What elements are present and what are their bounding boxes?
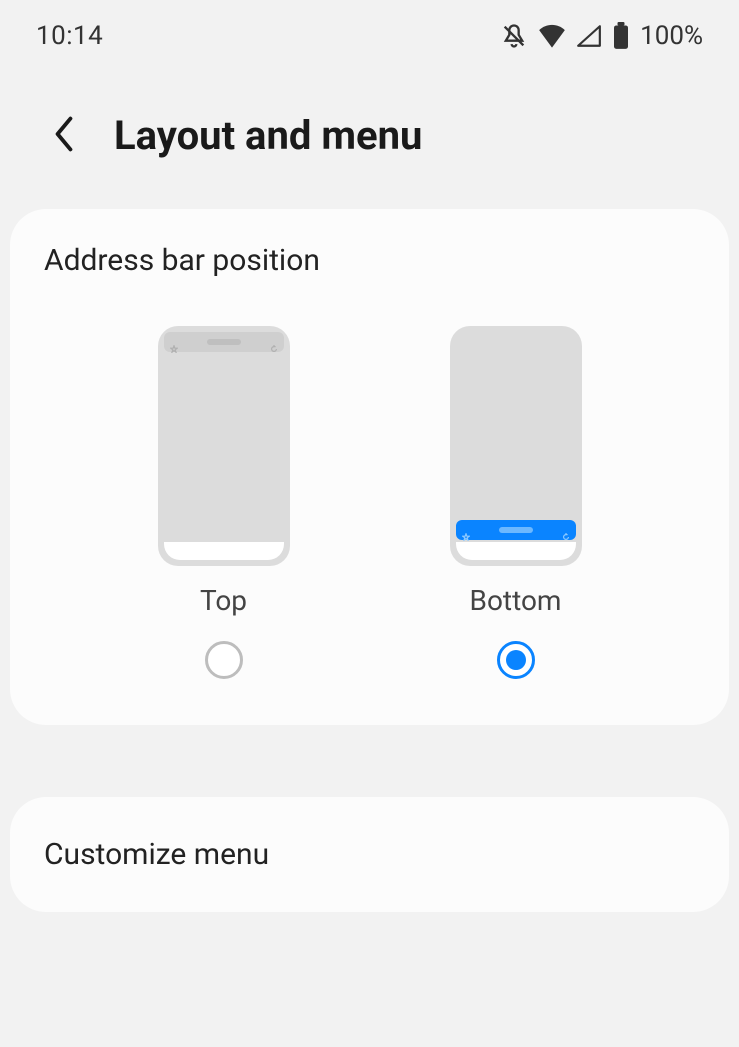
radio-dot [506,650,526,670]
battery-icon [612,22,630,50]
address-bar-position-card: Address bar position Top [10,209,729,725]
section-title-address-bar: Address bar position [10,209,729,290]
toolbar-strip [164,542,284,560]
address-bar-preview-top [164,332,284,352]
refresh-icon [562,526,570,534]
status-time: 10:14 [36,21,103,51]
customize-menu-item[interactable]: Customize menu [10,797,729,912]
option-label-top: Top [200,584,247,617]
back-button[interactable] [44,116,84,156]
chevron-left-icon [52,116,76,155]
customize-menu-card[interactable]: Customize menu [10,797,729,912]
mute-icon [500,22,528,50]
option-bottom[interactable]: Bottom [450,326,582,679]
star-icon [170,338,178,346]
address-bar-preview-bottom [456,520,576,540]
wifi-icon [538,24,566,48]
option-label-bottom: Bottom [470,584,562,617]
url-pill [499,527,533,533]
phone-preview-bottom [450,326,582,566]
address-bar-options: Top Bottom [10,290,729,725]
status-bar: 10:14 100% [0,0,739,72]
refresh-icon [270,338,278,346]
status-right: 100% [500,21,703,51]
url-pill [207,339,241,345]
radio-top[interactable] [205,641,243,679]
page-title: Layout and menu [114,112,422,159]
cell-signal-icon [576,24,602,48]
radio-bottom[interactable] [497,641,535,679]
option-top[interactable]: Top [158,326,290,679]
star-icon [462,526,470,534]
battery-percentage: 100% [640,21,703,51]
phone-preview-top [158,326,290,566]
page-header: Layout and menu [0,72,739,209]
toolbar-strip [456,542,576,560]
